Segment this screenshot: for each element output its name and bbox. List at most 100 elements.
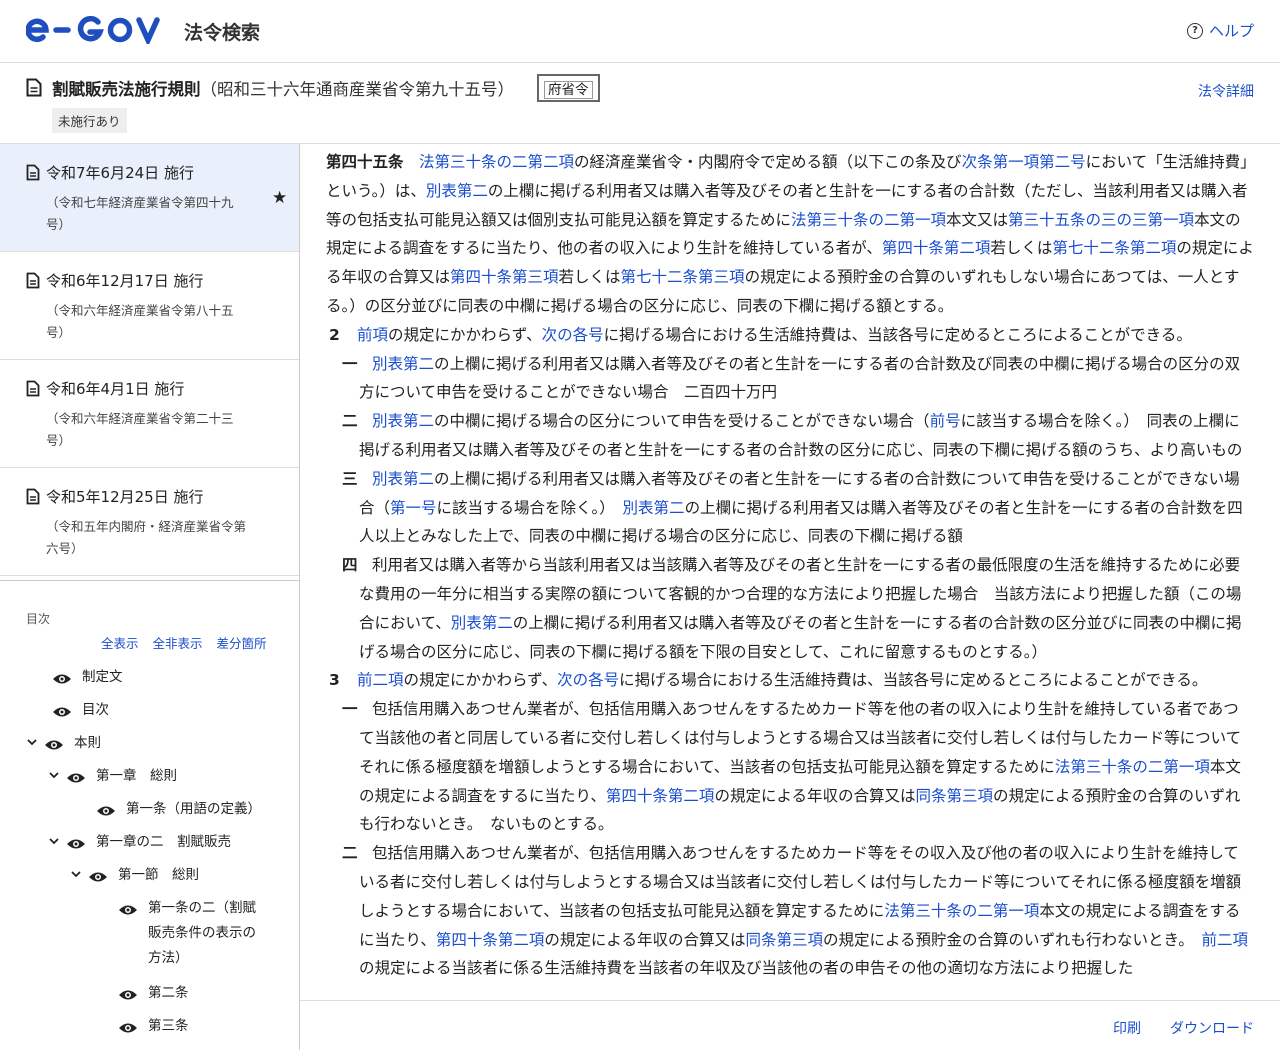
article-heading: 第四十五条 <box>326 153 404 171</box>
toc-item-label: 第一条（用語の定義） <box>126 801 261 817</box>
law-reference-link[interactable]: 前項 <box>357 326 388 344</box>
eye-icon[interactable] <box>96 805 116 817</box>
law-reference-link[interactable]: 第四十条第二項 <box>606 787 715 805</box>
law-reference-link[interactable]: 別表第二 <box>623 499 685 517</box>
eye-icon[interactable] <box>118 989 138 1001</box>
law-reference-link[interactable]: 第一号 <box>390 499 437 517</box>
eye-icon[interactable] <box>118 1022 138 1034</box>
item: 二包括信用購入あつせん業者が、包括信用購入あつせんをするためカード等をその収入及… <box>326 839 1254 983</box>
eye-icon[interactable] <box>88 871 108 883</box>
document-icon <box>26 272 40 293</box>
law-reference-link[interactable]: 同条第三項 <box>745 931 823 949</box>
toc-show-all-link[interactable]: 全表示 <box>101 633 139 652</box>
toc-item[interactable]: 第一章 総則 <box>48 768 177 789</box>
toc-item[interactable]: 第一条（用語の定義） <box>96 801 261 822</box>
law-reference-link[interactable]: 次の各号 <box>557 671 619 689</box>
eye-icon[interactable] <box>118 904 138 916</box>
revision-item[interactable]: 令和7年6月24日 施行 （令和七年経済産業省令第四十九号） ★ <box>0 144 299 252</box>
law-number: （昭和三十六年通商産業省令第九十五号） <box>200 80 515 99</box>
revision-item[interactable]: 令和5年12月25日 施行 （令和五年内閣府・経済産業省令第六号） <box>0 468 299 576</box>
text-run: に掲げる場合における生活維持費は、当該各号に定めるところによることができる。 <box>619 671 1208 690</box>
revision-item[interactable]: 令和6年4月1日 施行 （令和六年経済産業省令第二十三号） <box>0 360 299 468</box>
law-reference-link[interactable]: 前二項 <box>1201 931 1248 949</box>
law-detail-link[interactable]: 法令詳細 <box>1198 81 1254 101</box>
law-reference-link[interactable]: 法第三十条の二第二項 <box>419 153 574 171</box>
law-reference-link[interactable]: 法第三十条の二第一項 <box>884 902 1039 920</box>
law-reference-link[interactable]: 第四十条第二項 <box>882 239 991 257</box>
document-icon <box>26 164 40 185</box>
law-reference-link[interactable]: 第七十二条第二項 <box>1052 239 1176 257</box>
chevron-down-icon[interactable] <box>48 769 62 784</box>
help-label: ヘルプ <box>1208 22 1254 40</box>
law-reference-link[interactable]: 法第三十条の二第一項 <box>1055 758 1210 776</box>
law-reference-link[interactable]: 第三十五条の三の三第一項 <box>1008 211 1194 229</box>
paragraph-1: 第四十五条 法第三十条の二第二項の経済産業省令・内閣府令で定める額（以下この条及… <box>326 148 1254 321</box>
paragraph-text: 法第三十条の二第二項の経済産業省令・内閣府令で定める額（以下この条及び次条第一項… <box>326 153 1254 315</box>
text-run: の規定による年収の合算又は <box>544 930 746 949</box>
toc-item[interactable]: 制定文 <box>52 669 123 690</box>
law-reference-link[interactable]: 前二項 <box>357 671 404 689</box>
law-reference-link[interactable]: 第四十条第二項 <box>436 931 545 949</box>
chevron-down-icon[interactable] <box>48 835 62 850</box>
toc-item[interactable]: 第一節 総則 <box>70 867 199 888</box>
paragraph-2-items: 一別表第二の上欄に掲げる利用者又は購入者等及びその者と生計を一にする者の合計数及… <box>326 350 1254 667</box>
revision-note: （令和七年経済産業省令第四十九号） <box>46 195 234 232</box>
site-title: 法令検索 <box>184 22 261 44</box>
help-link[interactable]: ? ヘルプ <box>1186 20 1254 41</box>
download-link[interactable]: ダウンロード <box>1170 1018 1254 1038</box>
paragraph-3: 3 前二項の規定にかかわらず、次の各号に掲げる場合における生活維持費は、当該各号に… <box>326 666 1254 695</box>
law-reference-link[interactable]: 第七十二条第三項 <box>621 268 745 286</box>
unenforced-badge: 未施行あり <box>52 108 127 133</box>
law-reference-link[interactable]: 別表第二 <box>372 355 434 373</box>
toc-item[interactable]: 第一章の二 割賦販売 <box>48 834 231 855</box>
text-run: の経済産業省令・内閣府令で定める額（以下この条及び <box>574 153 962 171</box>
law-reference-link[interactable]: 前号 <box>930 412 961 430</box>
paragraph-number: 2 <box>329 325 340 344</box>
eye-icon[interactable] <box>44 739 64 751</box>
chevron-down-icon[interactable] <box>70 868 84 883</box>
revision-date: 令和6年12月17日 施行 <box>46 272 204 290</box>
law-reference-link[interactable]: 次条第一項第二号 <box>962 153 1086 171</box>
text-run: の規定による預貯金の合算のいずれも行わないとき。 <box>822 930 1202 949</box>
toc-label: 目次 <box>26 612 51 626</box>
law-reference-link[interactable]: 別表第二 <box>426 182 488 200</box>
eye-icon[interactable] <box>66 772 86 784</box>
law-reference-link[interactable]: 第四十条第三項 <box>450 268 559 286</box>
toc-item[interactable]: 第一条の二（割賦販売条件の表示の方法） <box>118 900 268 971</box>
law-reference-link[interactable]: 同条第三項 <box>915 787 993 805</box>
paragraph-2: 2 前項の規定にかかわらず、次の各号に掲げる場合における生活維持費は、当該各号に定… <box>326 321 1254 350</box>
toc-item[interactable]: 本則 <box>26 735 101 756</box>
toc-hide-all-link[interactable]: 全非表示 <box>153 633 203 652</box>
item-number: 一 <box>342 354 358 373</box>
toc-item-label: 制定文 <box>82 669 123 685</box>
law-reference-link[interactable]: 別表第二 <box>451 614 513 632</box>
toc-item-label: 第一章の二 割賦販売 <box>96 834 231 850</box>
law-reference-link[interactable]: 次の各号 <box>542 326 604 344</box>
eye-icon[interactable] <box>66 838 86 850</box>
print-link[interactable]: 印刷 <box>1113 1018 1141 1038</box>
question-icon: ? <box>1186 22 1203 39</box>
footer-bar: 印刷 ダウンロード <box>300 1000 1280 1051</box>
law-reference-link[interactable]: 別表第二 <box>372 412 434 430</box>
text-run: に掲げる場合における生活維持費は、当該各号に定めるところによることができる。 <box>603 325 1192 344</box>
law-kind-badge: 府省令 <box>537 74 600 102</box>
toc-item[interactable]: 第二条 <box>118 985 189 1006</box>
law-reference-link[interactable]: 法第三十条の二第一項 <box>791 211 946 229</box>
toc-item-label: 第一条の二（割賦販売条件の表示の方法） <box>148 900 256 966</box>
law-reference-link[interactable]: 別表第二 <box>372 470 434 488</box>
text-run: 若しくは <box>990 239 1053 258</box>
item-number: 一 <box>342 700 358 719</box>
item: 三別表第二の上欄に掲げる利用者又は購入者等及びその者と生計を一にする者の合計数に… <box>326 465 1254 551</box>
eye-icon[interactable] <box>52 706 72 718</box>
revision-item[interactable]: 令和6年12月17日 施行 （令和六年経済産業省令第八十五号） <box>0 252 299 360</box>
eye-icon[interactable] <box>52 673 72 685</box>
toc-diff-link[interactable]: 差分箇所 <box>217 633 267 652</box>
text-run: の規定にかかわらず、 <box>403 671 558 690</box>
toc-item[interactable]: 目次 <box>52 702 109 723</box>
revision-list[interactable]: 令和7年6月24日 施行 （令和七年経済産業省令第四十九号） ★ 令和6年12月… <box>0 144 299 581</box>
egov-logo[interactable] <box>26 12 168 48</box>
paragraph-text: 前項の規定にかかわらず、次の各号に掲げる場合における生活維持費は、当該各号に定め… <box>357 326 1192 344</box>
chevron-down-icon[interactable] <box>26 736 40 751</box>
law-body: 第四十五条 法第三十条の二第二項の経済産業省令・内閣府令で定める額（以下この条及… <box>300 144 1280 1000</box>
toc-item[interactable]: 第三条 <box>118 1018 189 1039</box>
